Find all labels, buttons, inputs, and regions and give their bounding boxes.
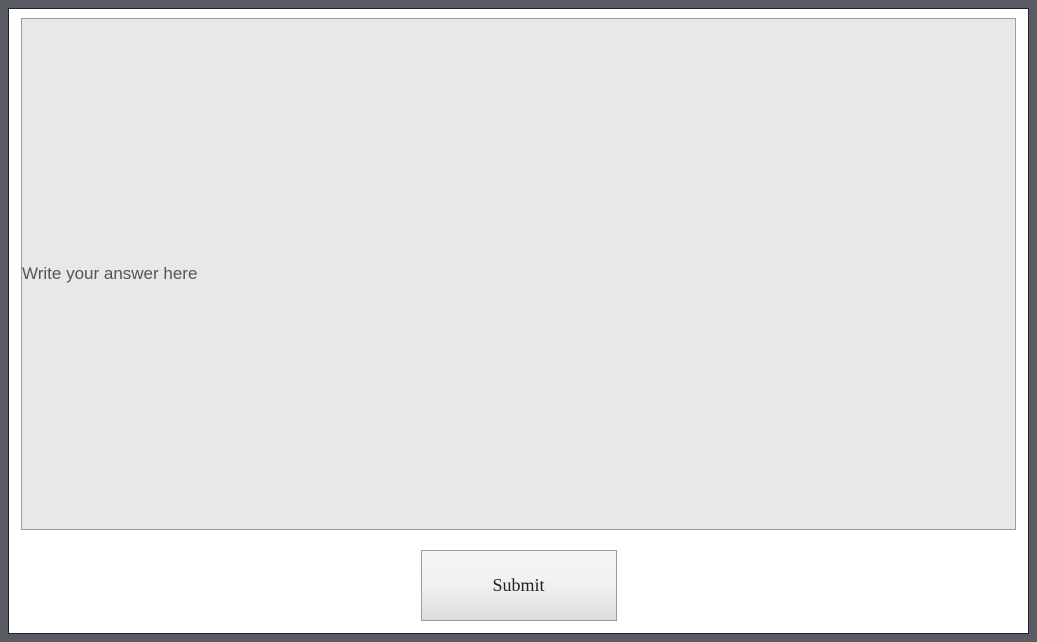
answer-input[interactable]: Write your answer here — [21, 18, 1016, 530]
submit-button[interactable]: Submit — [421, 550, 617, 621]
submit-wrap: Submit — [21, 550, 1016, 621]
form-panel: Write your answer here Submit — [8, 8, 1029, 634]
answer-placeholder: Write your answer here — [22, 264, 197, 284]
